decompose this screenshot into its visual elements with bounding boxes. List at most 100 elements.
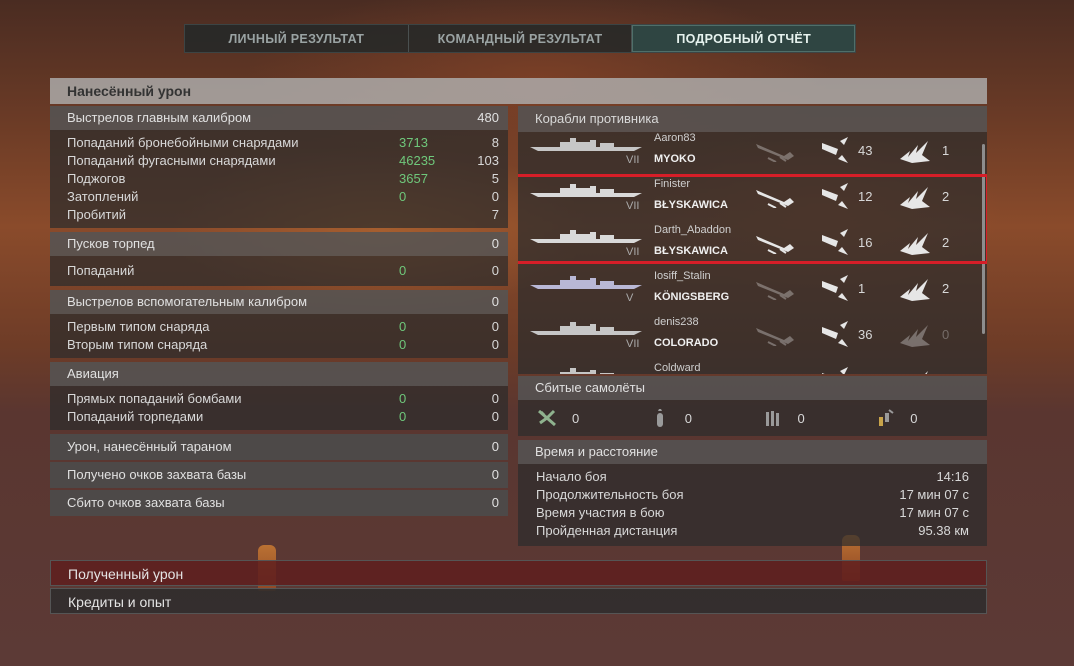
ship-silhouette-icon [530,322,642,335]
shell-hit-icon [822,367,848,374]
tab-detailed-report[interactable]: ПОДРОБНЫЙ ОТЧЁТ [632,25,856,52]
stat-value: 0 [491,319,499,334]
cap-reset-row: Сбито очков захвата базы 0 [50,490,508,516]
time-row: Пройденная дистанция 95.38 км [518,522,987,540]
stat-row: Попаданий 0 0 [67,262,499,280]
ram-section: Урон, нанесённый тараном 0 [50,434,508,460]
ship-tier: VII [626,338,640,350]
stat-row: Поджогов 3657 5 [67,170,499,188]
time-distance-section: Время и расстояние Начало боя 14:16 Продо… [518,440,987,546]
cap-reset-value: 0 [491,495,499,510]
stat-value: 0 [491,189,499,204]
torpedo-label: Пусков торпед [67,236,155,251]
main-battery-section: Выстрелов главным калибром 480 Попаданий… [50,106,508,228]
stat-total: 0 [399,263,407,278]
main-battery-header: Выстрелов главным калибром 480 [50,106,508,130]
torpedo-bomber-icon [765,411,779,426]
stat-total: 0 [399,391,407,406]
planes-label: Сбитые самолёты [535,380,645,395]
bomber-count: 0 [649,407,762,429]
sunk-ship-icon [756,328,794,346]
torpedo-bomber-count: 0 [762,407,875,429]
ship-name: KÖNIGSBERG [654,291,730,303]
stat-value: 0 [491,409,499,424]
ship-tier: VII [626,154,640,166]
stat-value: 0 [491,263,499,278]
stat-value: 0 [491,337,499,352]
stat-label: Прямых попаданий бомбами [67,391,242,406]
ship-name: MYOKO [654,153,696,165]
damage-dealt-header[interactable]: Нанесённый урон [50,78,987,104]
stat-label: Первым типом снаряда [67,319,210,334]
stat-value: 7 [491,207,499,222]
dive-bomber-icon [879,409,894,426]
stat-label: Вторым типом снаряда [67,337,208,352]
torpedo-bomber-value: 0 [797,410,805,426]
time-label: Пройденная дистанция [536,523,678,538]
explosion-icon [900,141,930,163]
stat-row: Пробитий 7 [67,206,499,224]
dive-bomber-count: 0 [874,407,987,429]
ship-silhouette-icon [560,368,614,374]
stat-label: Попаданий [67,263,135,278]
dive-bomber-value: 0 [910,410,918,426]
stat-row: Попаданий торпедами 0 0 [67,408,499,426]
stat-total: 0 [399,337,407,352]
main-battery-label: Выстрелов главным калибром [67,110,252,125]
stat-value: 8 [491,135,499,150]
time-row: Продолжительность боя 17 мин 07 с [518,486,987,504]
cap-points-row: Получено очков захвата базы 0 [50,462,508,488]
highlight-box [518,174,987,264]
stat-label: Поджогов [67,171,126,186]
damage-stats-column: Выстрелов главным калибром 480 Попаданий… [50,106,508,520]
ship-name: COLORADO [654,337,719,349]
cap-section: Получено очков захвата базы 0 [50,462,508,488]
kills-value: 2 [942,281,950,296]
aviation-header: Авиация [50,362,508,386]
shell-hit-icon [822,275,848,301]
received-damage-section[interactable]: Полученный урон [50,560,987,586]
secondary-header: Выстрелов вспомогательным калибром 0 [50,290,508,314]
time-label: Начало боя [536,469,607,484]
shell-hit-icon [822,137,848,163]
main-battery-value: 480 [477,110,499,125]
tab-team-result[interactable]: КОМАНДНЫЙ РЕЗУЛЬТАТ [409,25,633,52]
time-label: Время участия в бою [536,505,665,520]
enemy-ships-list[interactable]: Корабли противника VII Aaron83 MYOKO 43 1 VII… [518,106,987,374]
secondary-value: 0 [491,294,499,309]
stat-row: Вторым типом снаряда 0 0 [67,336,499,354]
fighter-icon [538,409,556,427]
enemy-ship-row: VII denis238 COLORADO 36 0 [518,312,978,358]
planes-header: Сбитые самолёты [518,376,987,400]
time-distance-header: Время и расстояние [518,440,987,464]
stat-label: Пробитий [67,207,126,222]
aviation-label: Авиация [67,366,119,381]
enemy-column: Корабли противника VII Aaron83 MYOKO 43 1 VII… [518,106,987,546]
sunk-ship-icon [754,370,798,374]
shell-hit-icon [822,321,848,347]
hits-value: 1 [858,281,866,296]
kills-value: 0 [942,327,950,342]
explosion-icon [900,279,930,301]
explosion-icon [900,325,930,347]
stat-total: 46235 [399,153,436,168]
credits-xp-section[interactable]: Кредиты и опыт [50,588,987,614]
cap-reset-section: Сбито очков захвата базы 0 [50,490,508,516]
cap-reset-label: Сбито очков захвата базы [67,495,225,510]
cap-points-value: 0 [491,467,499,482]
stat-row: Попаданий бронебойными снарядами 3713 8 [67,134,499,152]
ship-tier: V [626,292,634,304]
stat-total: 0 [399,409,407,424]
stat-label: Попаданий фугасными снарядами [67,153,276,168]
time-value: 17 мин 07 с [899,487,969,502]
hits-value: 43 [858,143,873,158]
secondary-section: Выстрелов вспомогательным калибром 0 Пер… [50,290,508,358]
ram-row: Урон, нанесённый тараном 0 [50,434,508,460]
stat-row: Попаданий фугасными снарядами 46235 103 [67,152,499,170]
tab-personal-result[interactable]: ЛИЧНЫЙ РЕЗУЛЬТАТ [185,25,409,52]
stat-label: Затоплений [67,189,139,204]
ram-label: Урон, нанесённый тараном [67,439,232,454]
stat-label: Попаданий бронебойными снарядами [67,135,299,150]
torpedo-header: Пусков торпед 0 [50,232,508,256]
stat-label: Попаданий торпедами [67,409,204,424]
